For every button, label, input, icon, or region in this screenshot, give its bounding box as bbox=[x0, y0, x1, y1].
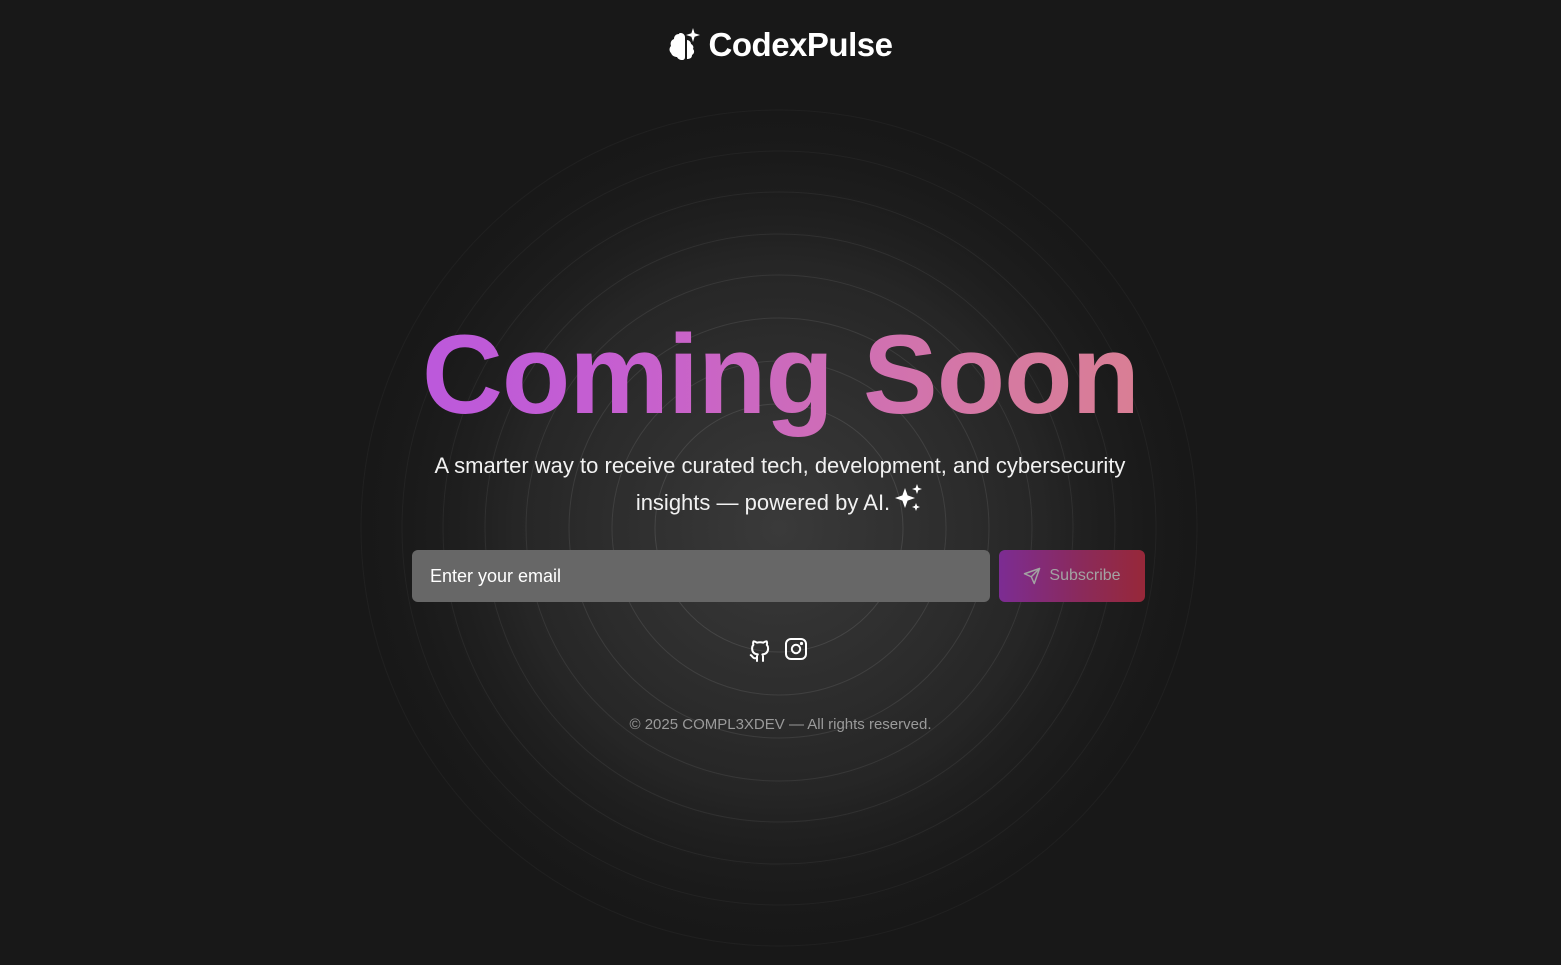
social-links bbox=[748, 636, 808, 662]
instagram-icon bbox=[785, 638, 807, 660]
send-icon bbox=[1024, 567, 1041, 585]
tagline: A smarter way to receive curated tech, d… bbox=[430, 447, 1130, 521]
sparkles-icon bbox=[895, 484, 923, 511]
email-input[interactable] bbox=[412, 550, 990, 602]
github-icon bbox=[749, 640, 770, 662]
subscribe-button[interactable]: Subscribe bbox=[999, 550, 1145, 602]
page-title: Coming Soon bbox=[0, 312, 1561, 438]
footer-copyright: © 2025 COMPL3XDEV — All rights reserved. bbox=[629, 716, 932, 733]
coming-soon-page: CodexPulse Coming Soon A smarter way to … bbox=[0, 0, 1561, 965]
instagram-link[interactable] bbox=[784, 636, 808, 662]
tagline-text: A smarter way to receive curated tech, d… bbox=[434, 453, 1126, 515]
subscribe-button-label: Subscribe bbox=[1049, 567, 1121, 584]
brain-sparkle-icon bbox=[669, 28, 700, 60]
github-link[interactable] bbox=[748, 636, 772, 662]
brand-logo[interactable]: CodexPulse bbox=[0, 26, 1561, 64]
brand-name: CodexPulse bbox=[708, 26, 893, 63]
